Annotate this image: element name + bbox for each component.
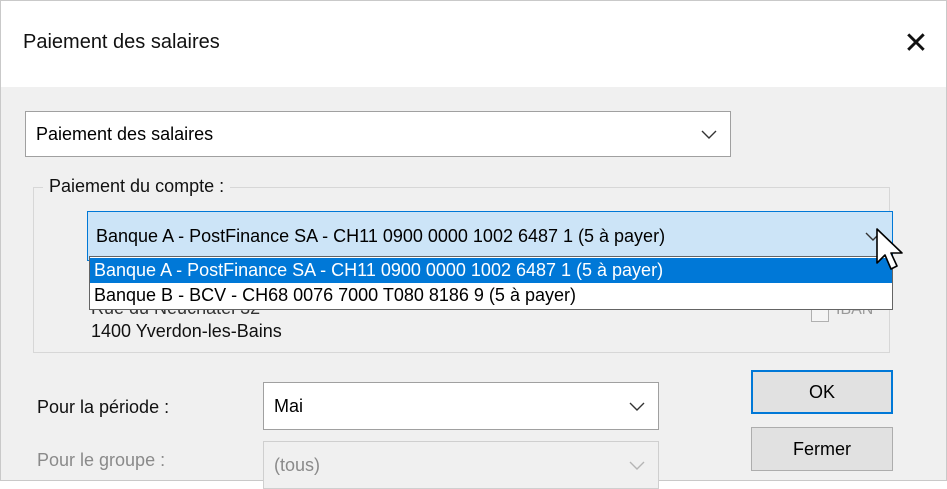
chevron-down-icon: [701, 130, 717, 139]
account-select-value: Banque A - PostFinance SA - CH11 0900 00…: [96, 225, 666, 246]
group-label: Pour le groupe :: [37, 450, 166, 470]
account-dropdown-list: Banque A - PostFinance SA - CH11 0900 00…: [89, 256, 893, 310]
account-select[interactable]: Banque A - PostFinance SA - CH11 0900 00…: [87, 211, 893, 261]
mouse-cursor-icon: [876, 228, 903, 270]
bank-address-city: 1400 Yverdon-les-Bains: [91, 321, 282, 341]
close-button[interactable]: Fermer: [751, 427, 893, 471]
group-value: (tous): [274, 454, 321, 475]
close-icon[interactable]: ✕: [886, 13, 946, 73]
payment-type-value: Paiement des salaires: [36, 123, 214, 144]
account-group-label: Paiement du compte :: [43, 176, 231, 197]
title-bar: Paiement des salaires ✕: [1, 1, 946, 87]
account-option[interactable]: Banque A - PostFinance SA - CH11 0900 00…: [90, 258, 892, 283]
period-label: Pour la période :: [37, 397, 170, 417]
window-title: Paiement des salaires: [23, 31, 220, 53]
dialog-window: Paiement des salaires ✕ Paiement des sal…: [0, 0, 947, 489]
period-value: Mai: [274, 395, 304, 416]
period-select[interactable]: Mai: [263, 382, 659, 430]
chevron-down-icon: [629, 402, 645, 411]
payment-type-select[interactable]: Paiement des salaires: [25, 111, 731, 157]
chevron-down-icon: [629, 461, 645, 470]
ok-button[interactable]: OK: [751, 370, 893, 414]
account-option[interactable]: Banque B - BCV - CH68 0076 7000 T080 818…: [90, 283, 892, 308]
group-select: (tous): [263, 441, 659, 489]
